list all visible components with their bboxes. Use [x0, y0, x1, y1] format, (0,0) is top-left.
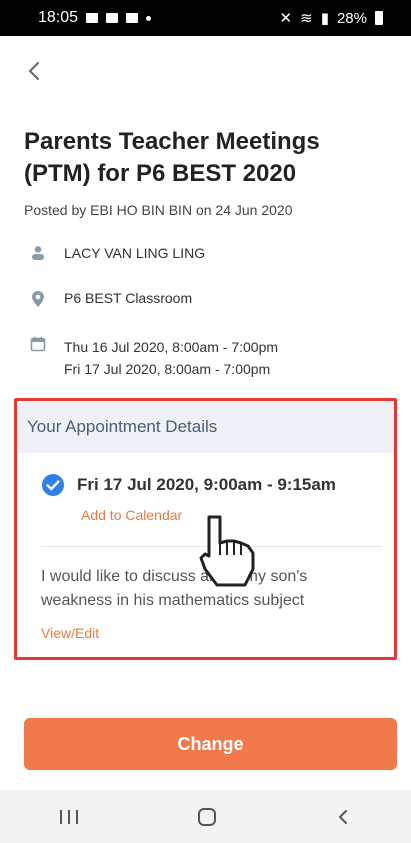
person-icon	[32, 246, 44, 260]
location-pin-icon	[32, 291, 44, 307]
check-circle-icon	[42, 474, 64, 496]
view-edit-link[interactable]: View/Edit	[41, 625, 99, 641]
teacher-name: LACY VAN LING LING	[64, 245, 206, 261]
appointment-card: Your Appointment Details Fri 17 Jul 2020…	[14, 398, 397, 660]
home-icon[interactable]	[195, 805, 219, 829]
page-title: Parents Teacher Meetings (PTM) for P6 BE…	[24, 128, 320, 187]
change-button[interactable]: Change	[24, 718, 397, 770]
mute-icon: ✕	[279, 10, 293, 27]
venue-row: P6 BEST Classroom	[30, 290, 192, 308]
status-right: ✕ ≋ ▮ 28%	[280, 9, 383, 27]
date-line: Fri 17 Jul 2020, 8:00am - 7:00pm	[64, 361, 271, 377]
usb-icon	[126, 13, 139, 23]
pointing-hand-icon	[199, 515, 255, 587]
back-button[interactable]	[24, 60, 46, 82]
status-bar: 18:05 ✕ ≋ ▮ 28%	[0, 0, 411, 36]
signal-icon: ▮	[320, 10, 329, 27]
appointment-time: Fri 17 Jul 2020, 9:00am - 9:15am	[77, 475, 336, 494]
back-nav-icon[interactable]	[334, 807, 354, 827]
dates-row: Thu 16 Jul 2020, 8:00am - 7:00pm Fri 17 …	[30, 336, 278, 380]
status-left: 18:05	[38, 9, 152, 27]
add-to-calendar-link[interactable]: Add to Calendar	[81, 507, 182, 523]
calendar-icon	[30, 336, 46, 352]
wifi-icon: ≋	[300, 10, 313, 27]
recent-apps-icon[interactable]	[58, 808, 80, 826]
image-icon	[86, 13, 99, 23]
posted-by: Posted by EBI HO BIN BIN on 24 Jun 2020	[24, 202, 293, 218]
dates-list: Thu 16 Jul 2020, 8:00am - 7:00pm Fri 17 …	[64, 336, 278, 380]
system-nav-bar	[0, 790, 411, 843]
status-time: 18:05	[38, 9, 79, 26]
dot-icon	[146, 15, 152, 21]
date-line: Thu 16 Jul 2020, 8:00am - 7:00pm	[64, 339, 279, 355]
appointment-time-row: Fri 17 Jul 2020, 9:00am - 9:15am	[41, 473, 336, 497]
venue: P6 BEST Classroom	[64, 290, 193, 306]
battery-icon	[375, 11, 383, 25]
notification-icon	[106, 13, 119, 23]
appointment-header: Your Appointment Details	[17, 401, 394, 453]
chevron-left-icon	[29, 62, 39, 80]
teacher-row: LACY VAN LING LING	[30, 245, 205, 261]
battery-percent: 28%	[336, 9, 367, 27]
